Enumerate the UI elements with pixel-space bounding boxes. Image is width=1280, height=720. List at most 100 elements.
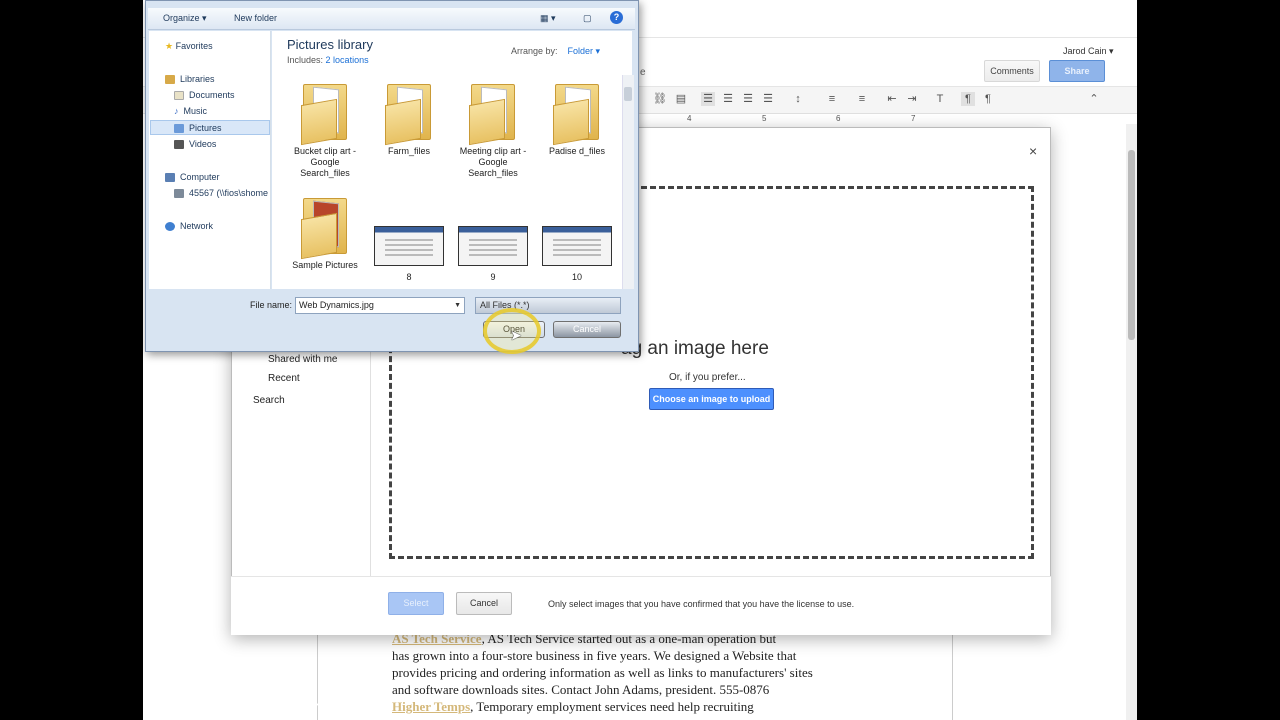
command-bar [148,8,635,30]
doc-text: , Temporary employment services need hel… [470,699,754,714]
screen-border-left [0,0,143,720]
file-name-input[interactable]: Web Dynamics.jpg ▼ [295,297,465,314]
nav-item-documents[interactable]: Documents [174,90,235,101]
music-icon: ♪ [174,106,179,116]
file-item[interactable]: Bucket clip art - Google Search_files [288,80,362,179]
file-list-scrollbar[interactable] [622,75,634,289]
image-thumbnail [542,226,612,266]
image-thumbnail [458,226,528,266]
file-name: 8 [406,272,412,282]
chevron-down-icon[interactable]: ▼ [454,298,461,313]
image-thumbnail [374,226,444,266]
numbered-list-icon[interactable]: ≡ [825,92,839,106]
insert-image-sidebar [231,350,371,578]
bulleted-list-icon[interactable]: ≡ [855,92,869,106]
nav-item-pictures[interactable]: Pictures [174,123,222,134]
arrange-dropdown[interactable]: Folder ▾ [568,46,601,56]
file-item[interactable]: Padise d_files [540,80,614,157]
file-name: 9 [490,272,496,282]
line-spacing-icon[interactable]: ↕ [791,92,805,106]
nav-item-network[interactable]: Network [165,221,213,232]
ruler-tick: 4 [687,114,692,123]
dialog-cancel-button[interactable]: Cancel [553,321,621,338]
library-title: Pictures library [287,37,373,52]
file-name: Bucket clip art - Google Search_files [293,146,357,178]
library-includes: Includes: 2 locations [287,55,369,65]
close-icon[interactable]: × [1029,143,1037,159]
file-item[interactable]: Farm_files [372,80,446,157]
documents-icon [174,91,184,101]
ruler: 4 5 6 7 [633,114,983,124]
user-menu[interactable]: Jarod Cain ▾ [1063,46,1114,57]
folder-icon [383,80,435,146]
file-name: Sample Pictures [292,260,358,270]
help-icon[interactable]: ? [610,11,623,24]
new-folder-button[interactable]: New folder [234,13,277,23]
comment-icon[interactable]: ▤ [674,92,688,106]
document-body[interactable]: AS Tech Service, AS Tech Service started… [392,630,892,715]
align-right-icon[interactable]: ☰ [741,92,755,106]
ruler-tick: 6 [836,114,841,123]
license-note: Only select images that you have confirm… [548,599,855,609]
nav-item-computer[interactable]: Computer [165,172,220,183]
file-list-scroll-thumb[interactable] [624,87,632,101]
nav-label: Pictures [189,123,222,133]
select-button[interactable]: Select [388,592,444,615]
doc-line: and software downloads sites. Contact Jo… [392,682,770,697]
nav-label: Computer [180,172,220,182]
network-drive-icon [174,189,184,199]
docs-scroll-thumb[interactable] [1128,150,1135,340]
includes-label: Includes: [287,55,324,65]
decrease-indent-icon[interactable]: ⇤ [885,92,899,106]
sidebar-item-search[interactable]: Search [253,395,285,406]
drag-title: ag an image here [621,338,769,359]
nav-item-libraries[interactable]: Libraries [165,74,215,85]
views-icon[interactable]: ▦ ▾ [540,13,556,24]
nav-label: Videos [189,139,217,149]
file-item[interactable]: 8 [372,226,446,283]
file-item[interactable]: Meeting clip art - Google Search_files [456,80,530,179]
nav-label: Documents [189,90,235,100]
organize-menu[interactable]: Organize ▾ [163,13,207,24]
nav-item-favorites[interactable]: ★ Favorites [165,41,213,52]
library-icon [165,75,175,85]
file-item[interactable]: 10 [540,226,614,283]
justify-icon[interactable]: ☰ [761,92,775,106]
screencast-watermark: Screencast-O-Matic.com [148,700,327,715]
align-center-icon[interactable]: ☰ [721,92,735,106]
network-icon [165,222,175,232]
sidebar-item-shared[interactable]: Shared with me [268,354,337,365]
folder-icon [299,194,351,260]
nav-item-network-drive[interactable]: 45567 (\\fios\shome [174,188,269,199]
preview-pane-icon[interactable]: ▢ [583,13,592,24]
file-name: Padise d_files [548,146,606,156]
navigation-pane [149,31,271,289]
collapse-icon[interactable]: ⌃ [1087,92,1101,106]
align-left-icon[interactable]: ☰ [701,92,715,106]
nav-item-music[interactable]: ♪ Music [174,106,207,116]
arrange-label: Arrange by: [511,46,558,56]
link-icon[interactable]: ⛓ [653,92,667,106]
screen-border-right [1137,0,1280,720]
nav-item-videos[interactable]: Videos [174,139,217,150]
file-name: Farm_files [387,146,430,156]
file-item[interactable]: 9 [456,226,530,283]
increase-indent-icon[interactable]: ⇥ [905,92,919,106]
clear-formatting-icon[interactable]: T [933,92,947,106]
ltr-icon[interactable]: ¶ [961,92,975,106]
rtl-icon[interactable]: ¶ [981,92,995,106]
comments-button[interactable]: Comments [984,60,1040,82]
share-button[interactable]: Share [1049,60,1105,82]
arrange-by: Arrange by: Folder ▾ [511,46,600,57]
doc-link[interactable]: Higher Temps [392,699,470,714]
locations-link[interactable]: 2 locations [326,55,369,65]
nav-label: Music [183,106,208,116]
nav-label: 45567 (\\fios\shome [189,188,269,198]
file-item[interactable]: Sample Pictures [288,194,362,271]
cancel-button[interactable]: Cancel [456,592,512,615]
choose-image-button[interactable]: Choose an image to upload [649,388,774,410]
nav-label: Libraries [180,74,215,84]
file-name: Meeting clip art - Google Search_files [459,146,527,178]
sidebar-item-recent[interactable]: Recent [268,373,300,384]
file-name-label: File name: [250,300,293,310]
